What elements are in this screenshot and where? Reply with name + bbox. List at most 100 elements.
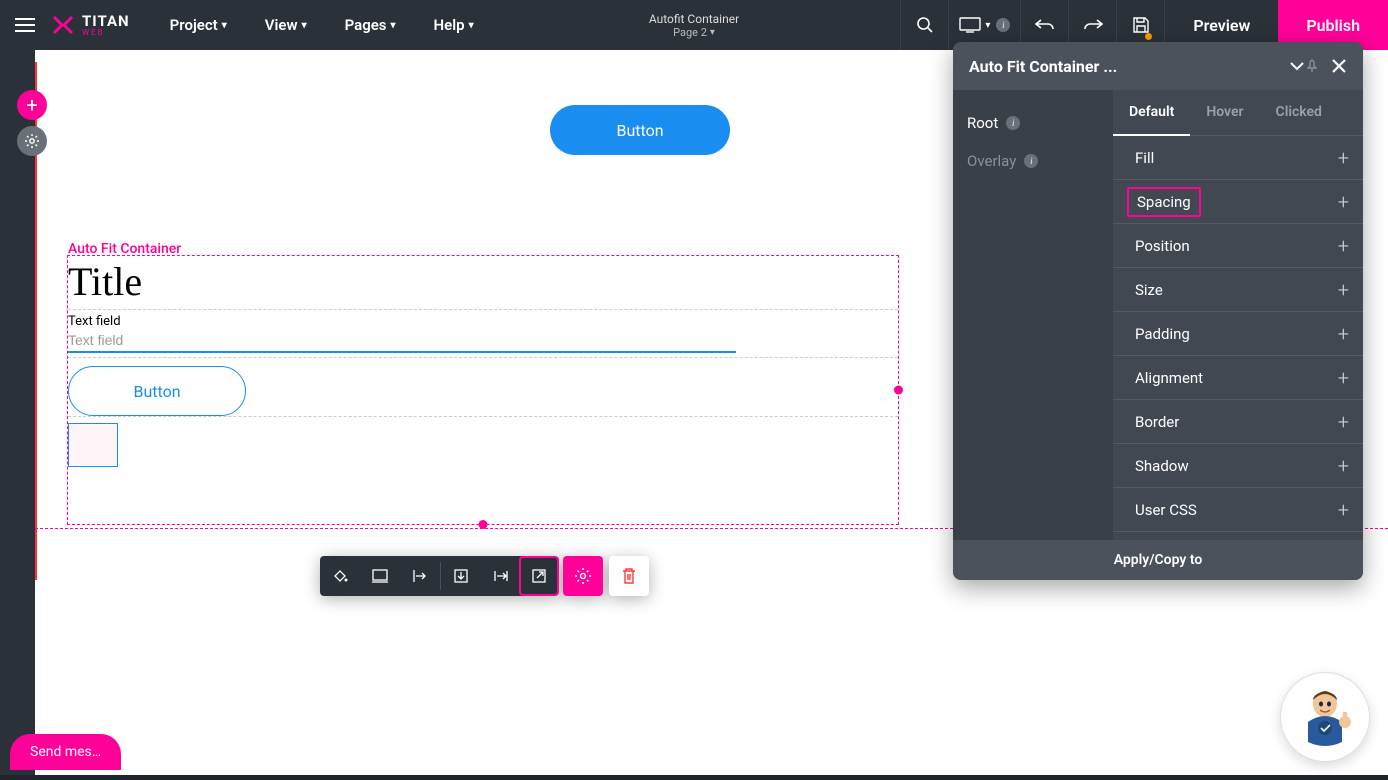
section-fill[interactable]: Fill + [1113,136,1363,180]
title-element[interactable]: Title [68,256,898,310]
resize-handle-right[interactable] [894,386,903,395]
tree-item-root[interactable]: Rooti [953,104,1113,142]
properties-title: Auto Fit Container ... [969,57,1281,76]
plus-icon: + [1338,366,1349,390]
section-label: User CSS [1127,497,1205,523]
width-tool-button[interactable] [481,556,521,596]
close-icon [1331,58,1347,74]
chevron-down-icon: ▾ [222,20,227,31]
section-padding[interactable]: Padding + [1113,312,1363,356]
help-mascot-button[interactable] [1280,672,1370,762]
plus-icon: + [1338,410,1349,434]
fill-tool-button[interactable] [320,556,360,596]
state-tabs: Default Hover Clicked [1113,90,1363,136]
search-icon [916,16,934,34]
resize-handle-bottom[interactable] [479,520,488,529]
chevron-down-icon: ▾ [710,27,715,38]
section-spacing[interactable]: Spacing + [1113,180,1363,224]
align-left-tool-button[interactable] [400,556,440,596]
tab-default[interactable]: Default [1113,90,1190,136]
section-label: Alignment [1127,365,1211,391]
properties-header[interactable]: Auto Fit Container ... [953,42,1363,90]
page-title-center[interactable]: Autofit Container Page 2▾ [649,12,739,39]
bottom-bar [0,775,1388,780]
info-badge-icon: i [1024,154,1038,168]
hamburger-menu[interactable] [0,18,50,32]
chevron-down-icon: ▾ [391,20,396,31]
section-user-css[interactable]: User CSS + [1113,488,1363,532]
paint-bucket-icon [331,567,349,585]
selection-toolbar [320,556,649,596]
gear-icon [574,567,592,585]
arrow-down-box-icon [453,568,469,584]
menu-view[interactable]: View▾ [265,16,307,34]
title-text: Title [68,258,898,305]
brand-logo[interactable]: TITAN WEB [50,12,130,38]
redo-icon [1083,17,1103,33]
page-name: Page 2 [673,26,707,39]
tab-hover[interactable]: Hover [1190,90,1259,135]
logo-icon [50,12,76,38]
plus-icon: + [1338,278,1349,302]
mascot-icon [1290,682,1360,752]
brand-name: TITAN [82,14,130,29]
gear-icon [24,133,40,149]
image-placeholder[interactable] [68,423,118,467]
tree-item-overlay[interactable]: Overlayi [953,142,1113,180]
section-border[interactable]: Border + [1113,400,1363,444]
section-label: Border [1127,409,1187,435]
info-badge-icon: i [1006,116,1020,130]
plus-icon: + [1338,498,1349,522]
menu-help[interactable]: Help▾ [434,16,474,34]
section-alignment[interactable]: Alignment + [1113,356,1363,400]
chevron-down-icon: ▾ [469,20,474,31]
canvas-button-outline[interactable]: Button [68,366,246,416]
close-button[interactable] [1331,58,1347,74]
unsaved-dot-icon [1145,33,1152,40]
chevron-down-icon: ▾ [985,20,990,31]
panel-collapse-button[interactable] [1289,61,1305,71]
section-position[interactable]: Position+ [1113,224,1363,268]
plus-icon: + [1338,146,1349,170]
trash-icon [621,567,637,585]
tab-clicked[interactable]: Clicked [1260,90,1338,135]
main-menu: Project▾ View▾ Pages▾ Help▾ [170,16,474,34]
plus-icon: + [1338,190,1349,214]
left-rail [0,50,35,775]
auto-fit-container[interactable]: Title Text field Button [67,255,899,525]
text-field-element[interactable]: Text field [68,310,898,358]
section-shadow[interactable]: Shadow+ [1113,444,1363,488]
chat-button[interactable]: Send mes… [10,734,121,770]
document-title: Autofit Container [649,12,739,26]
section-label: Spacing [1127,187,1201,217]
save-icon [1132,16,1150,34]
info-badge-icon: i [996,18,1010,32]
delete-tool-button[interactable] [609,556,649,596]
section-size[interactable]: Size+ [1113,268,1363,312]
plus-icon: + [1338,322,1349,346]
height-tool-button[interactable] [441,556,481,596]
chevron-down-icon: ▾ [302,20,307,31]
add-element-button[interactable]: + [17,90,47,120]
section-label: Padding [1127,321,1198,347]
open-tool-button[interactable] [519,556,559,596]
menu-pages[interactable]: Pages▾ [345,16,396,34]
canvas-button-primary[interactable]: Button [550,105,730,155]
section-label: Fill [1127,145,1162,171]
arrow-right-bar-icon [493,568,509,584]
frame-tool-button[interactable] [360,556,400,596]
plus-icon: + [1338,234,1349,258]
pin-button[interactable] [1305,59,1319,73]
text-field-input[interactable] [68,329,736,353]
menu-project[interactable]: Project▾ [170,16,227,34]
desktop-icon [959,17,981,33]
frame-icon [371,568,389,584]
settings-tool-button[interactable] [563,556,603,596]
properties-tree: Rooti Overlayi [953,90,1113,540]
settings-fab-button[interactable] [17,126,47,156]
external-link-icon [531,568,547,584]
section-label: Shadow [1127,453,1197,479]
search-button[interactable] [900,0,948,50]
pin-icon [1305,59,1319,73]
apply-copy-button[interactable]: Apply/Copy to [953,540,1363,580]
